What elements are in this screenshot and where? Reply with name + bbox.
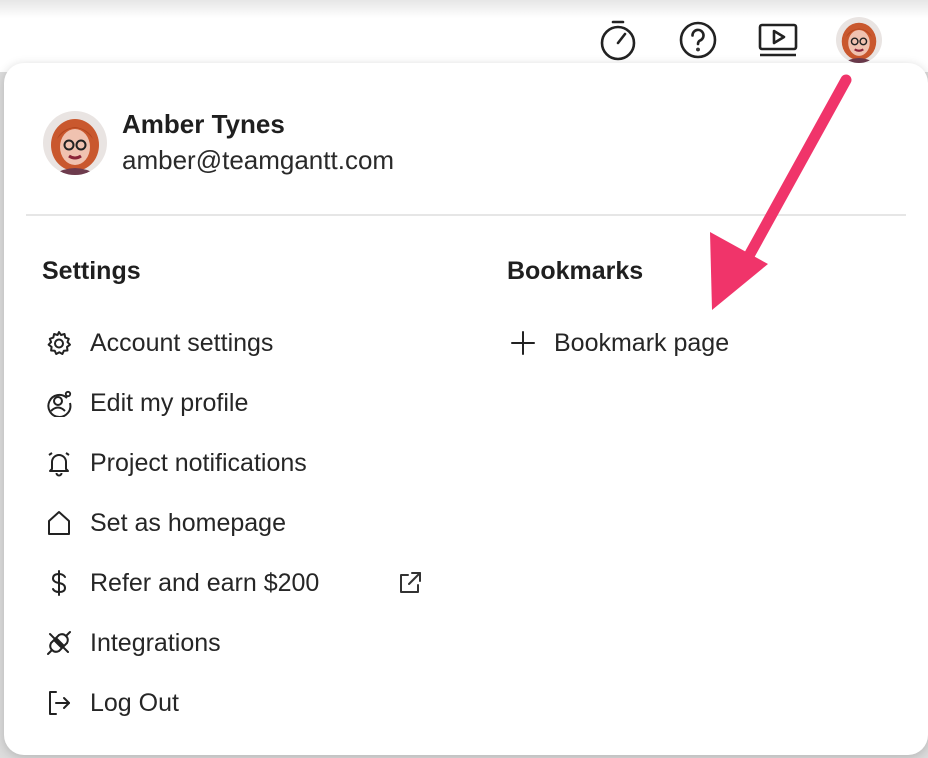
integrations-label: Integrations [90, 628, 221, 657]
account-menu-panel: Amber Tynes amber@teamgantt.com Settings… [4, 63, 928, 755]
user-avatar-button[interactable] [836, 17, 882, 63]
plus-icon [508, 328, 538, 358]
avatar [43, 111, 107, 175]
home-icon [44, 508, 74, 538]
profile-email: amber@teamgantt.com [122, 145, 395, 175]
refer-earn-item[interactable]: Refer and earn $200 [44, 561, 319, 605]
logout-icon [44, 688, 74, 718]
project-notifications-label: Project notifications [90, 448, 307, 477]
gear-icon [44, 328, 74, 358]
settings-heading: Settings [42, 257, 141, 285]
bell-icon [44, 448, 74, 478]
set-homepage-label: Set as homepage [90, 508, 286, 537]
bookmark-page-label: Bookmark page [554, 328, 730, 357]
video-tutorial-icon[interactable] [756, 18, 800, 62]
profile-name: Amber Tynes [122, 109, 285, 139]
stopwatch-icon[interactable] [596, 18, 640, 62]
refer-earn-label: Refer and earn $200 [90, 568, 320, 597]
log-out-label: Log Out [90, 688, 179, 717]
help-icon[interactable] [676, 18, 720, 62]
plug-icon [44, 628, 74, 658]
dollar-icon [44, 568, 74, 598]
log-out-item[interactable]: Log Out [44, 681, 179, 725]
bookmarks-heading: Bookmarks [507, 257, 644, 285]
edit-profile-item[interactable]: Edit my profile [44, 381, 248, 425]
account-settings-item[interactable]: Account settings [44, 321, 273, 365]
integrations-item[interactable]: Integrations [44, 621, 221, 665]
edit-profile-label: Edit my profile [90, 388, 249, 417]
project-notifications-item[interactable]: Project notifications [44, 441, 307, 485]
bookmark-page-button[interactable]: Bookmark page [508, 321, 729, 365]
divider [26, 214, 906, 216]
user-gear-icon [44, 388, 74, 418]
set-homepage-item[interactable]: Set as homepage [44, 501, 286, 545]
account-settings-label: Account settings [90, 328, 274, 357]
external-link-icon[interactable] [397, 570, 423, 596]
